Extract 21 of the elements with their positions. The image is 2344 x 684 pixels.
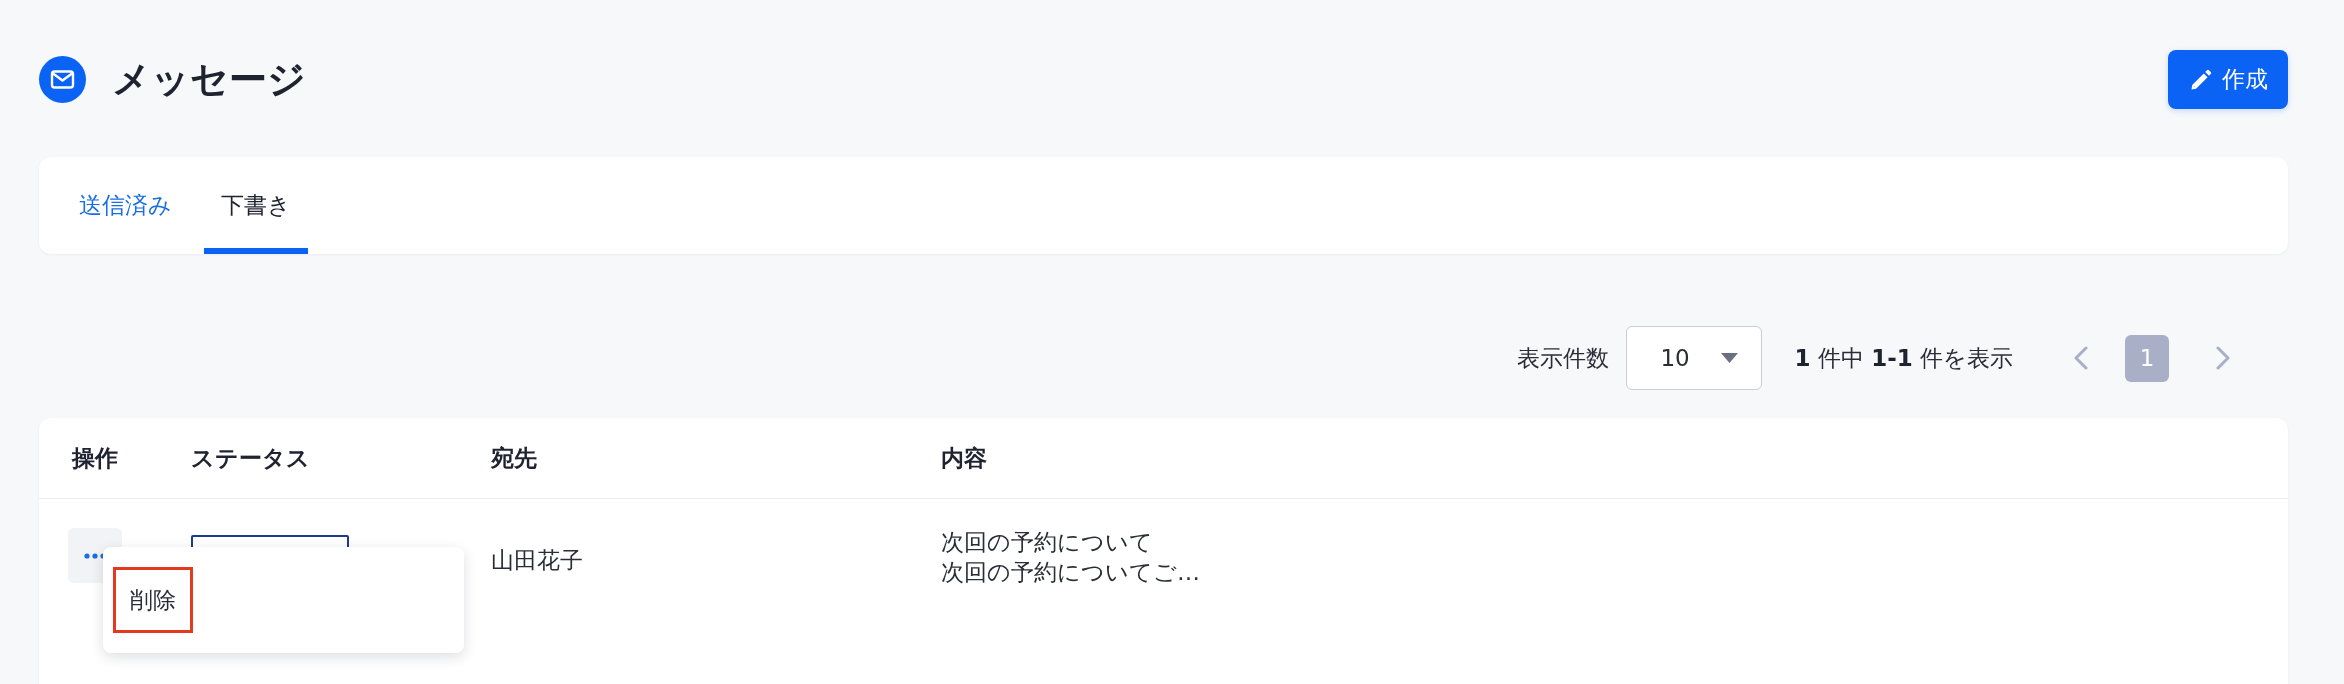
more-dots-icon — [84, 552, 106, 559]
column-header: 内容 — [941, 443, 987, 473]
column-header: ステータス — [191, 443, 310, 473]
mail-icon — [39, 56, 86, 103]
message-subject: 次回の予約について — [941, 528, 1153, 557]
page-size-label: 表示件数 — [1517, 343, 1610, 373]
tab[interactable]: 下書き — [204, 157, 308, 254]
column-header: 操作 — [72, 443, 118, 473]
create-button[interactable]: 作成 — [2168, 50, 2288, 109]
result-summary: 1 件中 1-1 件を表示 — [1794, 343, 2013, 373]
tab[interactable]: 送信済み — [62, 157, 189, 254]
chevron-left-icon — [2074, 346, 2088, 370]
delete-menu-item[interactable]: 削除 — [113, 567, 193, 633]
pencil-icon — [2188, 67, 2213, 92]
caret-down-icon — [1721, 353, 1739, 363]
message-preview: 次回の予約についてご… — [941, 558, 1200, 587]
recipient-text: 山田花子 — [491, 546, 583, 574]
page-title: メッセージ — [112, 56, 306, 103]
page-size-select[interactable]: 10 — [1626, 326, 1763, 390]
column-header: 宛先 — [491, 443, 537, 473]
chevron-right-icon — [2216, 346, 2230, 370]
